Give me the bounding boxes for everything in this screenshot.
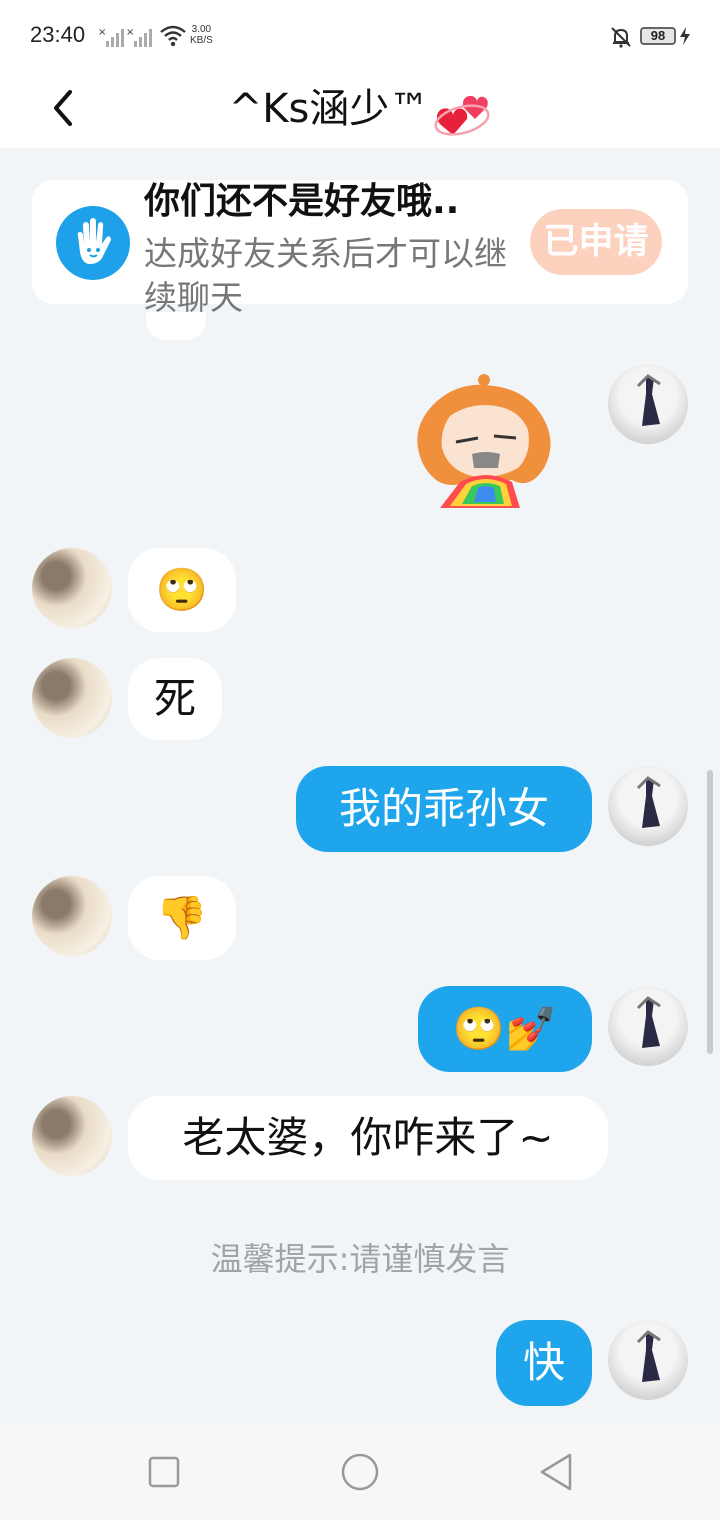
back-triangle-icon[interactable]	[538, 1452, 574, 1492]
notice-title: 你们还不是好友哦..	[144, 181, 460, 222]
message-text: 快	[522, 1338, 565, 1387]
chat-title: ^Ks涵少™	[0, 76, 720, 143]
status-bar: 23:40 × × 3.00 KB/S 98	[0, 0, 720, 72]
recents-square-icon[interactable]	[148, 1456, 180, 1488]
bell-muted-icon	[611, 27, 631, 48]
not-friends-notice: 你们还不是好友哦.. 达成好友关系后才可以继续聊天 已申请	[32, 180, 688, 317]
revolving-hearts-icon	[434, 95, 490, 136]
avatar[interactable]	[608, 766, 688, 846]
rainbow-vomit-sticker[interactable]	[400, 372, 570, 526]
eye-roll-nail-polish-emoji: 🙄💅	[452, 1004, 558, 1053]
battery-indicator: 98	[640, 27, 676, 45]
applied-button[interactable]: 已申请	[530, 209, 662, 275]
message-bubble[interactable]: 🙄💅	[418, 986, 592, 1072]
message-text: 我的乖孙女	[338, 784, 549, 833]
waving-hand-icon	[56, 206, 130, 280]
charging-icon	[680, 27, 690, 45]
message-bubble[interactable]: 🙄	[128, 548, 236, 632]
avatar[interactable]	[608, 364, 688, 444]
safety-tip: 温馨提示:请谨慎发言	[210, 1240, 510, 1278]
avatar[interactable]	[32, 658, 112, 738]
signal-icon: ×	[126, 27, 152, 47]
avatar[interactable]	[32, 1096, 112, 1176]
avatar[interactable]	[608, 986, 688, 1066]
avatar[interactable]	[32, 876, 112, 956]
scrollbar[interactable]	[707, 770, 713, 1054]
message-text: 死	[153, 674, 196, 723]
navigation-bar	[0, 1424, 720, 1520]
status-time: 23:40	[30, 22, 86, 47]
svg-text:×: ×	[126, 27, 134, 38]
network-speed-unit: KB/S	[190, 35, 213, 46]
message-text: 老太婆，你咋来了~	[182, 1113, 554, 1162]
chat-header: ^Ks涵少™	[0, 72, 720, 148]
message-bubble[interactable]: 快	[496, 1320, 592, 1406]
network-speed-value: 3.00	[191, 24, 212, 35]
thumbs-down-emoji: 👎	[155, 893, 209, 942]
bubble-fragment	[146, 312, 206, 340]
eye-roll-emoji: 🙄	[155, 565, 209, 614]
contact-name: ^Ks涵少™	[228, 86, 430, 132]
home-circle-icon[interactable]	[340, 1452, 380, 1492]
message-bubble[interactable]: 我的乖孙女	[296, 766, 592, 852]
message-bubble[interactable]: 👎	[128, 876, 236, 960]
wifi-icon	[160, 25, 186, 47]
network-speed: 3.00 KB/S	[190, 24, 213, 46]
signal-icon: ×	[98, 27, 124, 47]
message-bubble[interactable]: 死	[128, 658, 222, 740]
avatar[interactable]	[608, 1320, 688, 1400]
avatar[interactable]	[32, 548, 112, 628]
svg-text:×: ×	[98, 27, 106, 38]
message-bubble[interactable]: 老太婆，你咋来了~	[128, 1096, 608, 1180]
notice-description: 达成好友关系后才可以继续聊天	[144, 234, 507, 317]
